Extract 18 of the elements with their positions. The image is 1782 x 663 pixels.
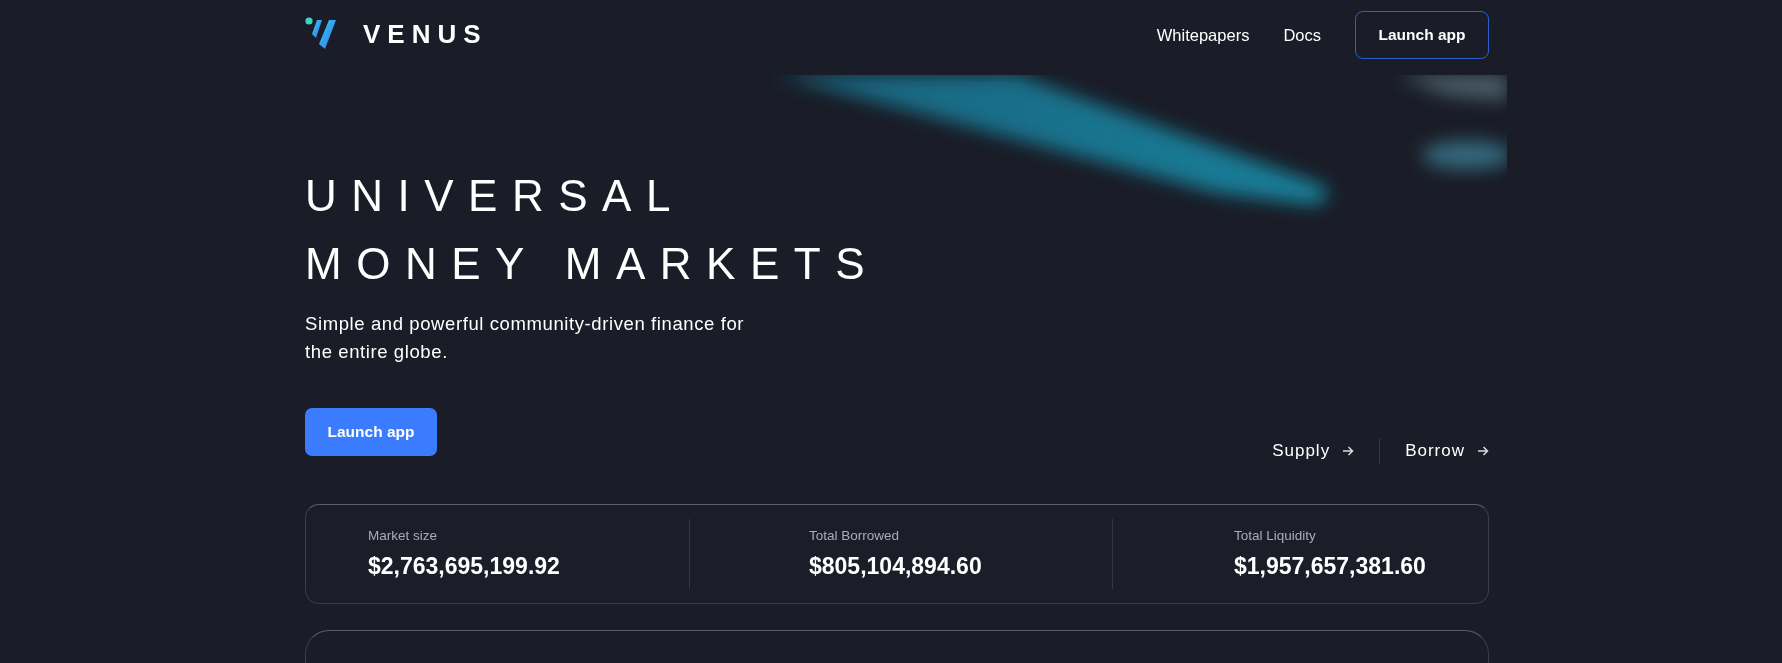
arrow-right-icon <box>1342 445 1355 457</box>
action-link[interactable]: Supply <box>1272 441 1355 461</box>
hero-title: MONEY MARKETS <box>305 238 879 290</box>
hero-title: UNIVERSAL <box>305 170 685 222</box>
nav-link[interactable]: Whitepapers <box>1156 25 1250 45</box>
stat-value: $2,763,695,199.92 <box>368 553 561 580</box>
logo-wordmark[interactable]: VENUS <box>363 18 488 50</box>
stat-value: $805,104,894.60 <box>809 553 983 580</box>
action-link[interactable]: Borrow <box>1405 441 1489 461</box>
arrow-right-icon <box>1477 445 1489 457</box>
stat-label: Market size <box>368 528 439 543</box>
nav-link[interactable]: Docs <box>1283 25 1321 45</box>
launch-app-button[interactable]: Launch app <box>305 408 437 456</box>
hero-subtitle: Simple and powerful community-driven finance for the entire globe. <box>305 312 745 364</box>
stat-value: $1,957,657,381.60 <box>1234 553 1427 580</box>
stat-label: Total Borrowed <box>809 528 901 543</box>
stat-label: Total Liquidity <box>1234 528 1317 543</box>
launch-app-button[interactable]: Launch app <box>1355 11 1489 59</box>
